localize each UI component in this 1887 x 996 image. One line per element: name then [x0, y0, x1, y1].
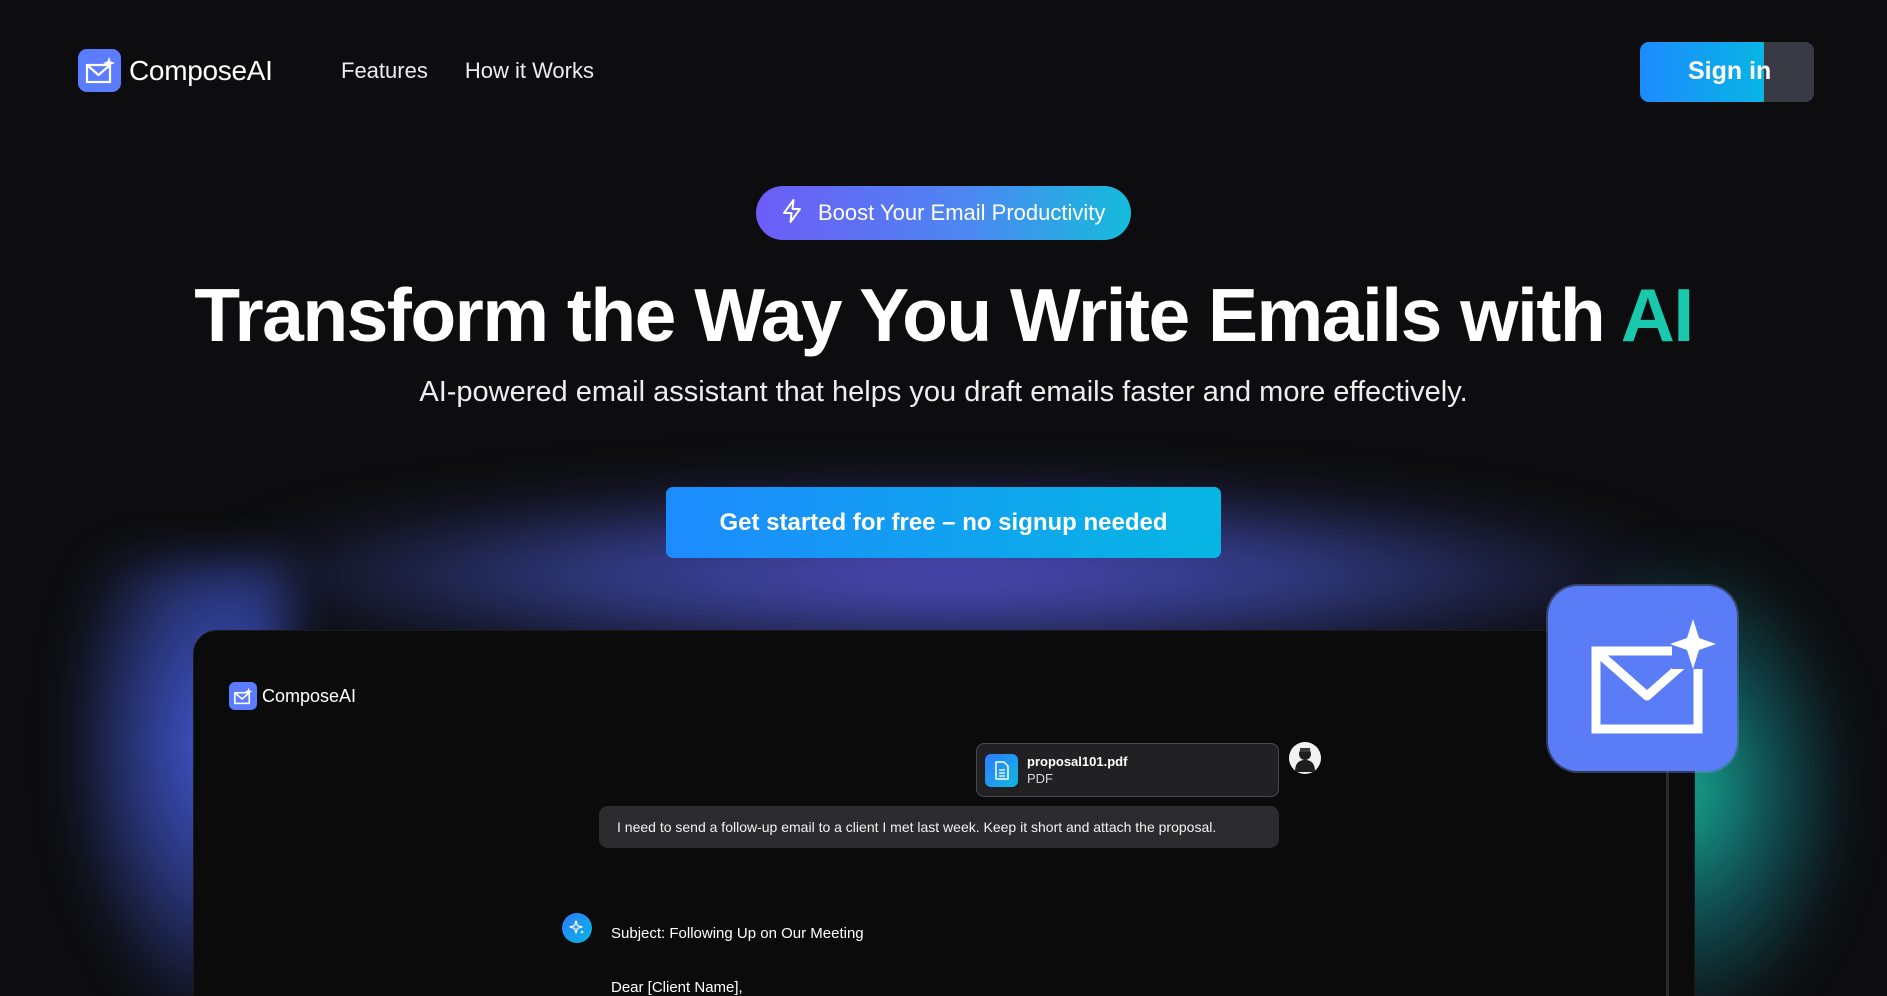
preview-brand: ComposeAI — [229, 682, 356, 710]
nav-links: Features How it Works — [341, 58, 594, 84]
hero-title-accent: AI — [1620, 273, 1695, 357]
reply-subject: Subject: Following Up on Our Meeting — [611, 925, 864, 942]
panel-divider — [1666, 769, 1669, 996]
app-preview-panel: ComposeAI proposal101.pdf PDF I need to … — [193, 630, 1695, 996]
hero-title: Transform the Way You Write Emails with … — [0, 272, 1887, 358]
landing-page: ComposeAI Features How it Works Sign in … — [0, 0, 1887, 996]
preview-brand-name: ComposeAI — [262, 685, 357, 706]
attachment-info: proposal101.pdf PDF — [1027, 753, 1127, 787]
brand[interactable]: ComposeAI — [78, 49, 273, 92]
user-avatar — [1289, 742, 1321, 774]
brand-name: ComposeAI — [129, 54, 273, 86]
hero-title-main: Transform the Way You Write Emails with — [194, 273, 1621, 357]
user-message-bubble: I need to send a follow-up email to a cl… — [599, 806, 1279, 848]
lightning-icon — [780, 198, 804, 229]
productivity-badge: Boost Your Email Productivity — [756, 186, 1131, 240]
reply-greeting: Dear [Client Name], — [611, 979, 743, 996]
nav-link-features[interactable]: Features — [341, 58, 428, 84]
attachment-card[interactable]: proposal101.pdf PDF — [976, 743, 1279, 797]
badge-text: Boost Your Email Productivity — [818, 200, 1106, 225]
nav-link-how-it-works[interactable]: How it Works — [465, 58, 594, 84]
sign-in-label: Sign in — [1688, 57, 1772, 85]
mail-sparkle-icon — [1548, 586, 1737, 771]
get-started-button[interactable]: Get started for free – no signup needed — [666, 487, 1221, 558]
top-nav: ComposeAI Features How it Works Sign in — [0, 0, 1887, 145]
mail-sparkle-icon — [78, 49, 121, 92]
sparkle-icon — [562, 913, 592, 943]
attachment-name: proposal101.pdf — [1027, 754, 1128, 769]
hero-subtitle: AI-powered email assistant that helps yo… — [419, 376, 1468, 408]
attachment-type: PDF — [1027, 771, 1053, 786]
sign-in-button[interactable]: Sign in — [1640, 42, 1814, 102]
mail-sparkle-icon — [229, 682, 257, 710]
document-icon — [985, 753, 1018, 787]
